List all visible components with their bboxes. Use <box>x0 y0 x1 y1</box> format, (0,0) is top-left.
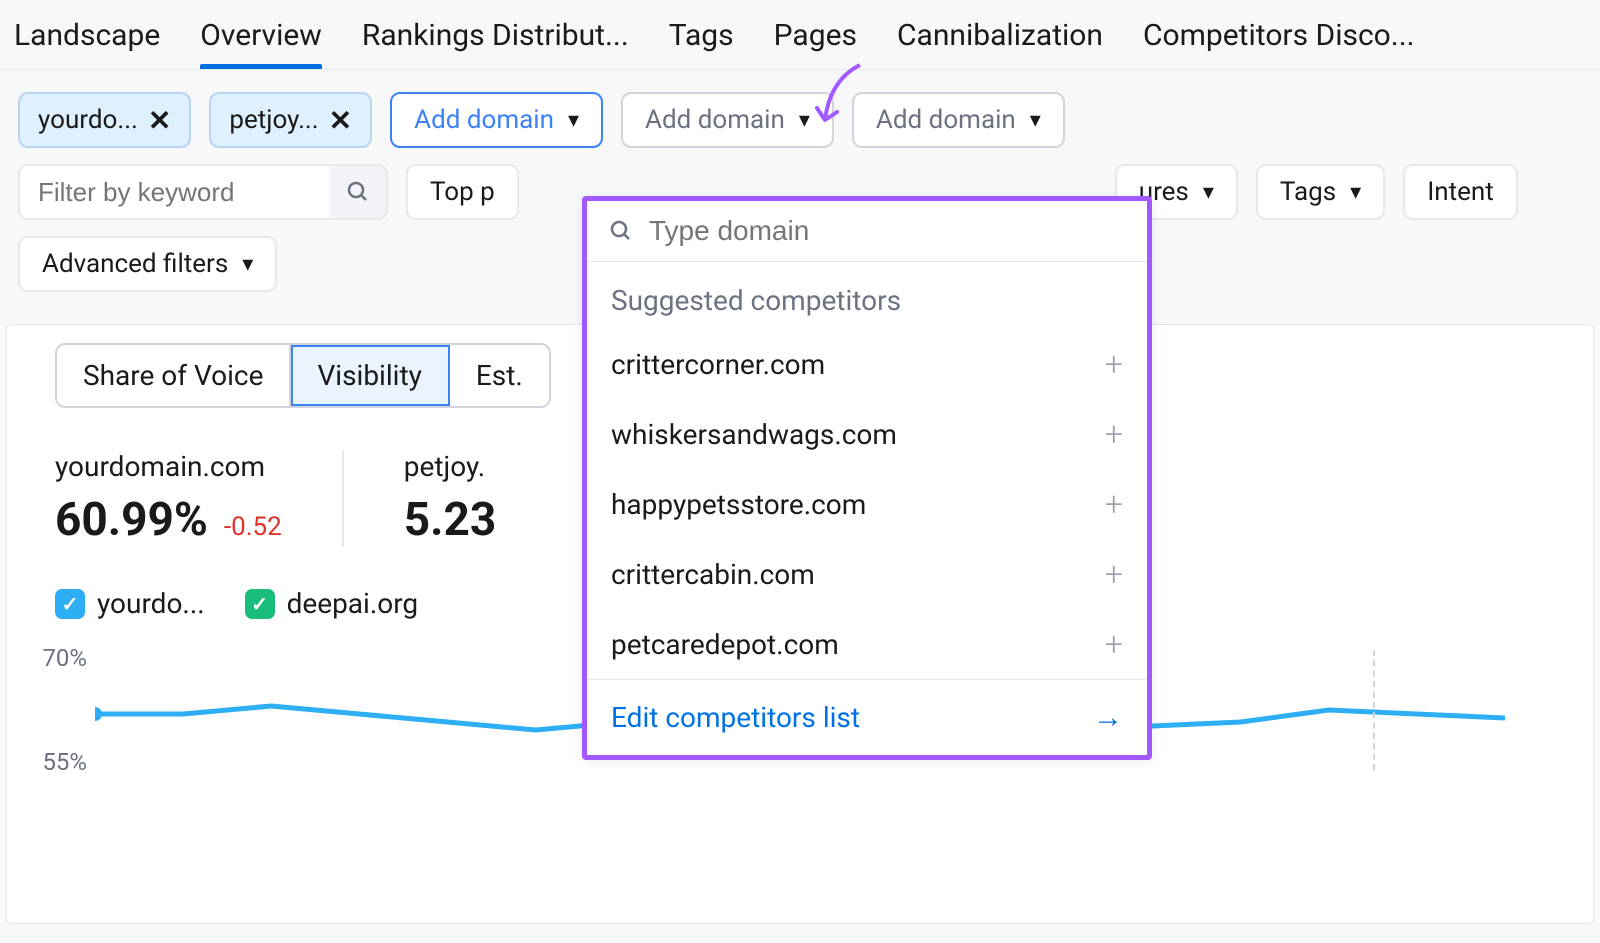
tags-filter[interactable]: Tags ▾ <box>1256 164 1385 220</box>
plus-icon[interactable]: + <box>1105 485 1123 523</box>
plus-icon[interactable]: + <box>1105 415 1123 453</box>
segment-visibility[interactable]: Visibility <box>291 345 449 406</box>
popover-heading: Suggested competitors <box>587 262 1147 329</box>
segment-share-of-voice[interactable]: Share of Voice <box>57 345 291 406</box>
keyword-search[interactable] <box>18 164 388 220</box>
filter-label: Top p <box>430 177 495 207</box>
competitor-domain: crittercabin.com <box>611 558 815 591</box>
keyword-input[interactable] <box>20 166 330 218</box>
tab-overview[interactable]: Overview <box>200 18 322 69</box>
competitor-domain: crittercorner.com <box>611 348 825 381</box>
competitor-domain: whiskersandwags.com <box>611 418 897 451</box>
search-icon <box>609 218 633 244</box>
chevron-down-icon: ▾ <box>1203 180 1214 205</box>
chevron-down-icon: ▾ <box>1030 108 1041 133</box>
suggested-competitor[interactable]: petcaredepot.com + <box>587 609 1147 679</box>
legend-item-deepai[interactable]: ✓ deepai.org <box>245 587 419 620</box>
tab-cannibalization[interactable]: Cannibalization <box>897 18 1103 69</box>
checkbox-checked-icon[interactable]: ✓ <box>55 589 85 619</box>
tab-landscape[interactable]: Landscape <box>14 18 160 69</box>
add-domain-dropdown-open[interactable]: Add domain ▾ <box>390 92 603 148</box>
tab-tags[interactable]: Tags <box>669 18 734 69</box>
segment-group: Share of Voice Visibility Est. <box>55 343 551 408</box>
chevron-down-icon: ▾ <box>1350 180 1361 205</box>
metric-delta: -0.52 <box>224 512 282 542</box>
suggested-competitor[interactable]: crittercabin.com + <box>587 539 1147 609</box>
filter-label: Tags <box>1280 177 1336 207</box>
filter-label: Intent <box>1427 177 1494 207</box>
competitor-domain: happypetsstore.com <box>611 488 866 521</box>
metric-value: 60.99% <box>55 493 208 547</box>
metric-yourdomain: yourdomain.com 60.99% -0.52 <box>55 450 342 547</box>
chevron-down-icon: ▾ <box>568 108 579 133</box>
add-domain-dropdown[interactable]: Add domain ▾ <box>621 92 834 148</box>
y-tick: 70% <box>42 644 87 672</box>
advanced-filters-button[interactable]: Advanced filters ▾ <box>18 236 277 292</box>
plus-icon[interactable]: + <box>1105 625 1123 663</box>
plus-icon[interactable]: + <box>1105 345 1123 383</box>
chip-label: yourdo... <box>38 105 138 135</box>
domain-chip-yourdomain[interactable]: yourdo... ✕ <box>18 92 191 148</box>
competitor-domain: petcaredepot.com <box>611 628 839 661</box>
legend-item-yourdomain[interactable]: ✓ yourdo... <box>55 587 205 620</box>
search-icon[interactable] <box>330 166 386 218</box>
metric-label: petjoy. <box>404 450 497 483</box>
metric-petjoy: petjoy. 5.23 <box>342 450 557 547</box>
filter-label: Advanced filters <box>42 249 228 279</box>
add-domain-popover: Suggested competitors crittercorner.com … <box>582 196 1152 760</box>
tab-rankings-distribution[interactable]: Rankings Distribut... <box>362 18 629 69</box>
close-icon[interactable]: ✕ <box>148 104 171 137</box>
y-tick: 55% <box>42 748 87 776</box>
close-icon[interactable]: ✕ <box>329 104 352 137</box>
checkbox-checked-icon[interactable]: ✓ <box>245 589 275 619</box>
popover-domain-input[interactable] <box>649 215 1125 247</box>
add-domain-label: Add domain <box>645 105 785 135</box>
legend-label: yourdo... <box>97 587 205 620</box>
add-domain-dropdown[interactable]: Add domain ▾ <box>852 92 1065 148</box>
footer-label: Edit competitors list <box>611 701 860 734</box>
suggested-competitor[interactable]: whiskersandwags.com + <box>587 399 1147 469</box>
arrow-right-icon: → <box>1093 700 1123 735</box>
chevron-down-icon: ▾ <box>799 108 810 133</box>
tabs-bar: Landscape Overview Rankings Distribut...… <box>0 0 1600 70</box>
add-domain-label: Add domain <box>414 105 554 135</box>
metric-label: yourdomain.com <box>55 450 282 483</box>
edit-competitors-link[interactable]: Edit competitors list → <box>587 679 1147 755</box>
domain-row: yourdo... ✕ petjoy... ✕ Add domain ▾ Add… <box>18 92 1582 148</box>
domain-chip-petjoy[interactable]: petjoy... ✕ <box>209 92 372 148</box>
segment-est[interactable]: Est. <box>450 345 549 406</box>
suggested-competitor[interactable]: crittercorner.com + <box>587 329 1147 399</box>
chevron-down-icon: ▾ <box>242 252 253 277</box>
top-filter[interactable]: Top p <box>406 164 519 220</box>
suggested-competitor[interactable]: happypetsstore.com + <box>587 469 1147 539</box>
add-domain-label: Add domain <box>876 105 1016 135</box>
plus-icon[interactable]: + <box>1105 555 1123 593</box>
tab-competitors-discovery[interactable]: Competitors Disco... <box>1143 18 1415 69</box>
chip-label: petjoy... <box>229 105 318 135</box>
metric-value: 5.23 <box>404 493 497 547</box>
intent-filter[interactable]: Intent <box>1403 164 1518 220</box>
tab-pages[interactable]: Pages <box>774 18 857 69</box>
popover-search-row <box>587 201 1147 262</box>
legend-label: deepai.org <box>287 587 419 620</box>
chart-reference-line <box>1373 650 1375 770</box>
